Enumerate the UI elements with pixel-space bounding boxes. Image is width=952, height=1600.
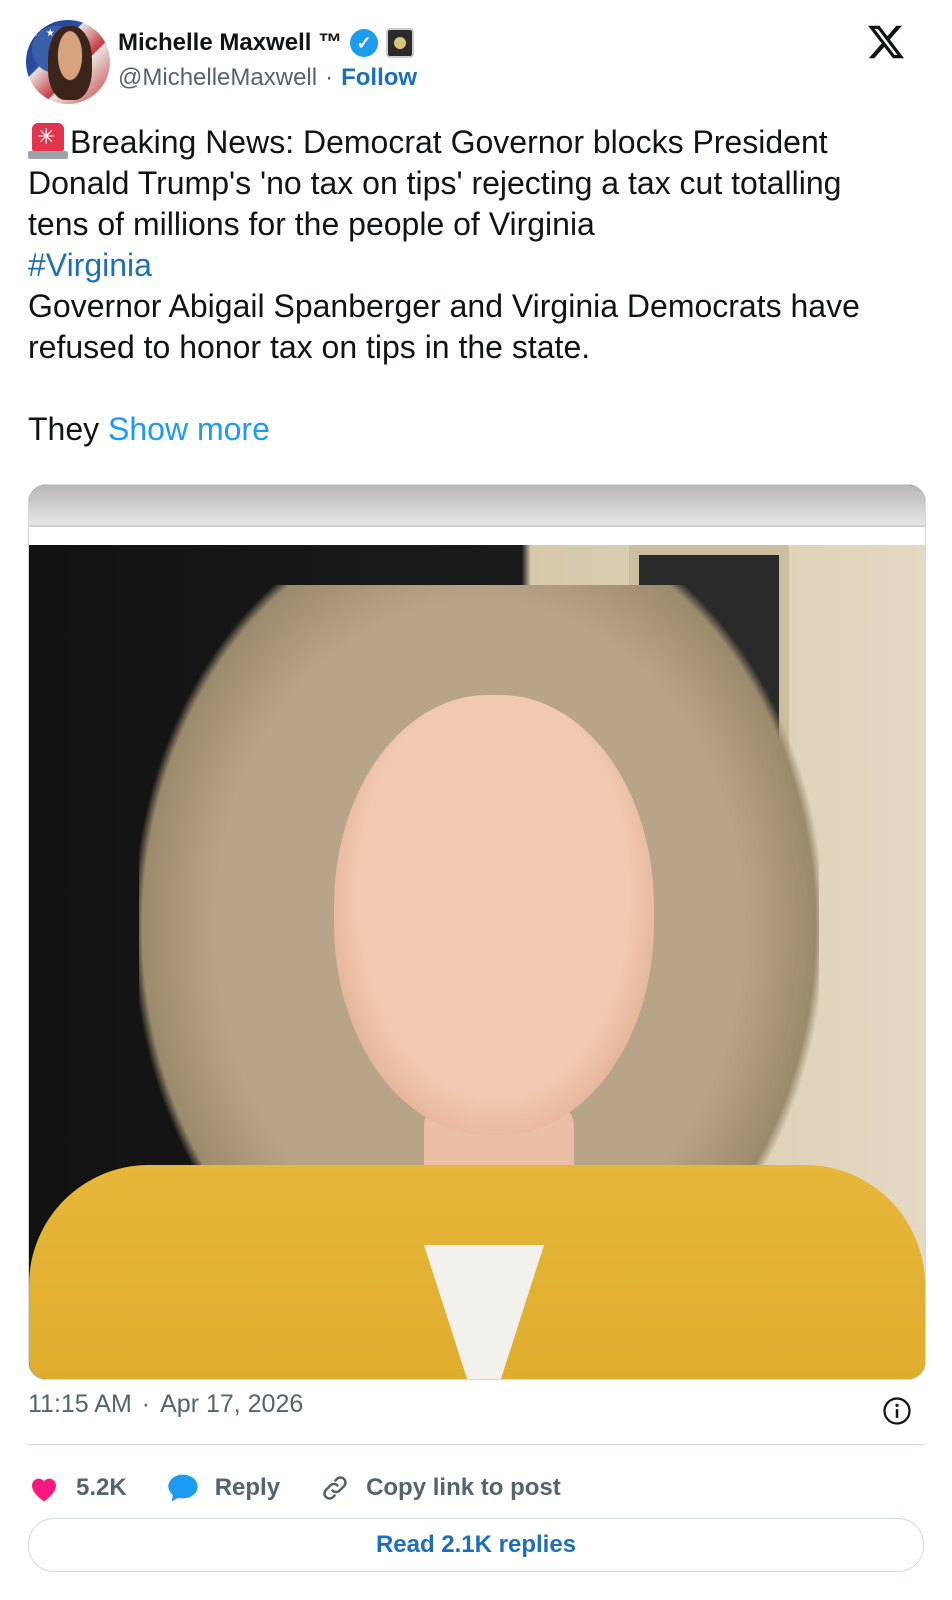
heart-icon — [32, 1478, 56, 1502]
tweet-line-breaking: ✳ Breaking News: Democrat Governor blocks… — [28, 122, 908, 245]
verified-check-icon: ✓ — [350, 29, 379, 57]
author-name-row: Michelle Maxwell ™ ✓ — [118, 28, 415, 58]
show-more-link[interactable]: Show more — [108, 411, 270, 447]
reply-button[interactable]: Reply — [167, 1473, 280, 1503]
tweet-image[interactable] — [28, 484, 926, 1380]
separator-dot: · — [325, 64, 334, 91]
affiliation-badge-icon[interactable] — [386, 28, 415, 58]
image-top-strip — [29, 485, 925, 525]
tweet-text: ✳ Breaking News: Democrat Governor blocks… — [28, 122, 908, 450]
hashtag-link[interactable]: #Virginia — [28, 247, 152, 283]
photo-face — [334, 695, 654, 1135]
tweet-headline: Breaking News: Democrat Governor blocks … — [28, 124, 842, 242]
avatar[interactable]: ★ ★ — [26, 20, 110, 104]
speech-bubble-icon — [168, 1474, 198, 1502]
portrait-photo — [29, 545, 925, 1379]
author-display-name[interactable]: Michelle Maxwell ™ — [118, 29, 342, 57]
copy-link-button[interactable]: Copy link to post — [320, 1473, 561, 1503]
tweet-body: Governor Abigail Spanberger and Virginia… — [28, 288, 860, 365]
like-button[interactable]: 5.2K — [28, 1473, 127, 1503]
timestamp-separator: · — [141, 1390, 151, 1418]
x-logo-icon[interactable] — [866, 22, 906, 62]
copy-link-label: Copy link to post — [366, 1474, 561, 1501]
follow-button[interactable]: Follow — [341, 64, 417, 92]
tweet-card: ★ ★ Michelle Maxwell ™ ✓ @MichelleMaxwel… — [0, 0, 952, 1600]
divider — [28, 1444, 924, 1445]
avatar-photo — [48, 26, 92, 100]
author-handle-row: @MichelleMaxwell · Follow — [118, 64, 417, 92]
siren-icon: ✳ — [28, 123, 68, 159]
tweet-truncated-text: They — [28, 411, 100, 447]
info-icon[interactable] — [882, 1396, 912, 1426]
link-icon — [323, 1476, 347, 1500]
like-count: 5.2K — [76, 1474, 127, 1501]
tweet-timestamp[interactable]: 11:15 AM · Apr 17, 2026 — [28, 1390, 303, 1419]
action-bar: 5.2K Reply Copy link to post — [28, 1460, 601, 1516]
read-replies-button[interactable]: Read 2.1K replies — [28, 1518, 924, 1572]
image-white-bar — [29, 527, 925, 545]
reply-label: Reply — [214, 1474, 281, 1501]
timestamp-date: Apr 17, 2026 — [160, 1390, 304, 1418]
timestamp-time: 11:15 AM — [28, 1390, 132, 1418]
author-handle[interactable]: @MichelleMaxwell — [118, 64, 317, 92]
